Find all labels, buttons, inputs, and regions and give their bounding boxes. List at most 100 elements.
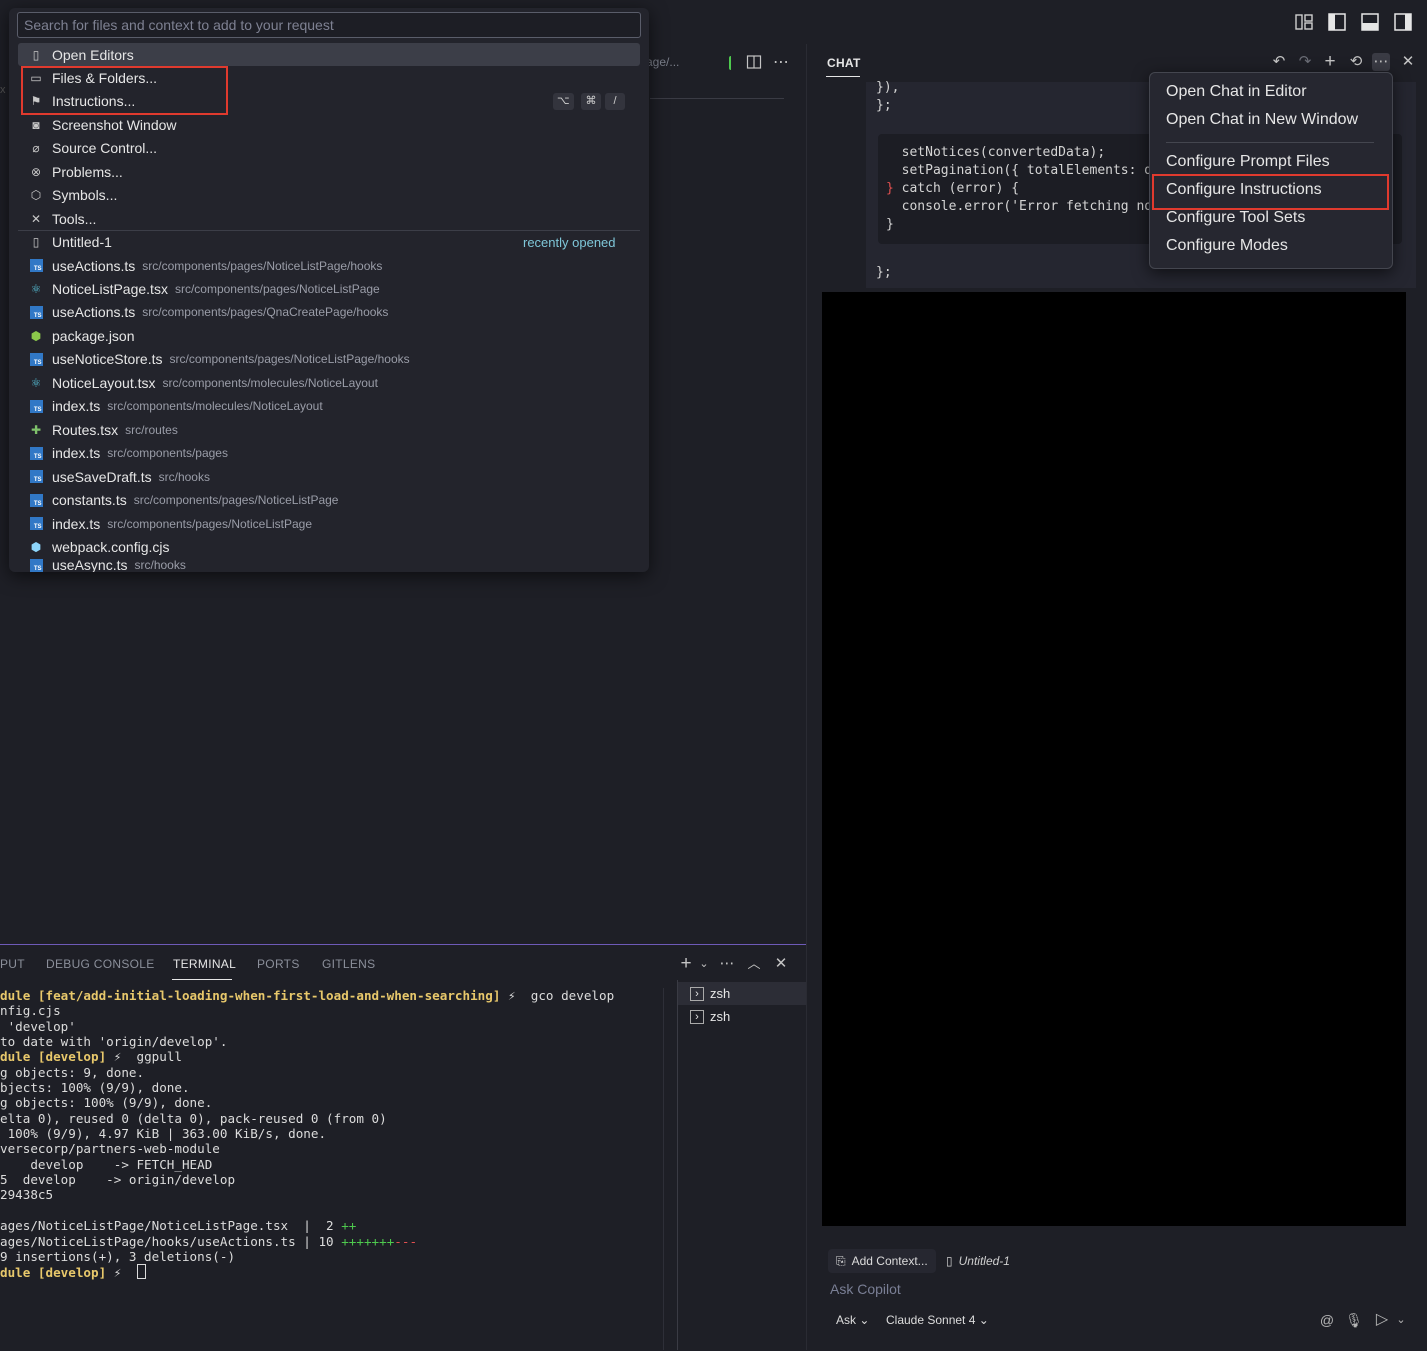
undo-icon[interactable]: ↶ <box>1270 53 1288 71</box>
history-icon[interactable]: ⟲ <box>1347 53 1365 71</box>
model-label: Claude Sonnet 4 <box>886 1313 976 1327</box>
file-name: NoticeListPage.tsx <box>52 281 168 297</box>
new-terminal-icon[interactable]: + <box>677 954 695 973</box>
code-line: setNotices(convertedData); <box>886 145 1106 160</box>
highlight-box <box>1152 174 1389 210</box>
toggle-panel-icon[interactable] <box>1360 12 1380 32</box>
file-item[interactable]: TS constants.ts src/components/pages/Notic… <box>18 489 640 512</box>
model-select[interactable]: Claude Sonnet 4 ⌄ <box>886 1313 989 1327</box>
menu-item-open-chat-in-editor[interactable]: Open Chat in Editor <box>1166 83 1307 101</box>
maximize-panel-icon[interactable]: ︿ <box>745 955 763 973</box>
ts-badge: TS <box>29 470 43 484</box>
chat-input-field[interactable]: Ask Copilot <box>830 1281 901 1297</box>
shortcut-key: ⌥ <box>553 93 574 110</box>
file-item[interactable]: ✚ Routes.tsx src/routes <box>18 418 640 441</box>
file-item[interactable]: TS useActions.ts src/components/pages/QnaC… <box>18 301 640 324</box>
symbol-icon: ⬡ <box>30 188 42 203</box>
terminal-cursor <box>136 1264 146 1280</box>
context-item-label: Symbols... <box>52 187 118 204</box>
file-item[interactable]: TS index.ts src/components/pages/NoticeLis… <box>18 512 640 535</box>
chevron-down-icon: ⌄ <box>859 1313 870 1327</box>
file-name: useNoticeStore.ts <box>52 351 163 368</box>
context-item[interactable]: ⌀ Source Control... <box>18 137 640 160</box>
code-line: }), <box>876 80 900 95</box>
search-input[interactable] <box>17 12 641 38</box>
terminal-diff-minus: --- <box>394 1233 418 1249</box>
ts-badge: TS <box>29 399 43 413</box>
attached-file-chip[interactable]: ▯ Untitled-1 <box>946 1249 1010 1273</box>
tab-output[interactable]: PUT <box>0 957 25 971</box>
terminal-line: nfig.cjs <box>0 1003 61 1019</box>
file-item[interactable]: TS useAsync.ts src/hooks <box>18 559 640 572</box>
chat-title[interactable]: CHAT <box>827 56 861 70</box>
context-item[interactable]: ⊗ Problems... <box>18 160 640 183</box>
microphone-icon[interactable]: 🎙 <box>1345 1311 1363 1329</box>
menu-item-configure-modes[interactable]: Configure Modes <box>1166 237 1288 255</box>
code-brace: } <box>886 181 894 196</box>
more-actions-icon[interactable]: ⋯ <box>1372 53 1390 71</box>
file-item[interactable]: ⬢ package.json <box>18 324 640 347</box>
chat-content-area <box>822 292 1406 1226</box>
file-path: src/components/pages/NoticeListPage/hook… <box>142 258 383 273</box>
terminal-prompt-branch: dule [develop] <box>0 1265 107 1281</box>
context-item[interactable]: ⬡ Symbols... <box>18 184 640 207</box>
editor-gutter-mark: x <box>0 84 6 96</box>
context-item[interactable]: ◙ Screenshot Window <box>18 113 640 136</box>
close-icon[interactable]: ✕ <box>1399 53 1417 71</box>
file-item[interactable]: TS useActions.ts src/components/pages/Noti… <box>18 254 640 277</box>
terminal-item[interactable]: › zsh <box>678 1005 806 1028</box>
file-item[interactable]: ⚛ NoticeListPage.tsx src/components/pages/… <box>18 278 640 301</box>
file-path: src/routes <box>125 422 178 437</box>
terminal-command: ⚡ ggpull <box>106 1049 182 1065</box>
file-item[interactable]: ⬢ webpack.config.cjs <box>18 535 640 558</box>
shortcut-key: / <box>605 93 625 110</box>
terminal-icon: › <box>690 1009 704 1024</box>
terminal-prompt-branch: dule [feat/add-initial-loading-when-firs… <box>0 988 501 1003</box>
toggle-primary-sidebar-icon[interactable] <box>1327 12 1347 32</box>
close-panel-icon[interactable]: ✕ <box>772 955 790 973</box>
file-item[interactable]: TS useNoticeStore.ts src/components/pages/… <box>18 348 640 371</box>
terminal-output[interactable]: dule [feat/add-initial-loading-when-firs… <box>0 988 664 1350</box>
new-chat-icon[interactable]: + <box>1321 52 1339 71</box>
terminal-diff-plus: ++ <box>341 1218 357 1234</box>
file-item[interactable]: TS index.ts src/components/pages <box>18 442 640 465</box>
ts-icon: TS <box>28 258 44 274</box>
chevron-down-icon[interactable]: ⌄ <box>695 955 713 973</box>
terminal-item[interactable]: › zsh <box>678 982 806 1005</box>
mention-icon[interactable]: @ <box>1318 1311 1336 1329</box>
more-actions-icon[interactable]: ⋯ <box>718 955 736 973</box>
redo-icon[interactable]: ↷ <box>1296 53 1314 71</box>
terminal-command: ⚡ gco develop <box>500 988 615 1003</box>
menu-item-open-chat-in-new-window[interactable]: Open Chat in New Window <box>1166 111 1358 129</box>
tab-ports[interactable]: PORTS <box>257 957 300 971</box>
terminal-command: ⚡ <box>106 1265 137 1281</box>
file-item[interactable]: TS index.ts src/components/molecules/Notic… <box>18 395 640 418</box>
split-editor-icon[interactable] <box>746 54 762 70</box>
menu-item-configure-prompt-files[interactable]: Configure Prompt Files <box>1166 153 1330 171</box>
routes-icon: ✚ <box>30 422 42 437</box>
tab-debug-console[interactable]: DEBUG CONSOLE <box>46 957 155 971</box>
terminal-scrollbar-track[interactable] <box>663 988 664 1350</box>
mode-select[interactable]: Ask ⌄ <box>836 1313 869 1327</box>
customize-layout-icon[interactable] <box>1294 12 1314 32</box>
context-item[interactable]: ▯ Open Editors <box>18 43 640 66</box>
chevron-down-icon[interactable]: ⌄ <box>1392 1311 1410 1329</box>
file-item[interactable]: ⚛ NoticeLayout.tsx src/components/molecule… <box>18 371 640 394</box>
tab-modified-indicator <box>729 56 737 70</box>
editor-more-actions-icon[interactable]: ⋯ <box>773 52 789 72</box>
tab-terminal[interactable]: TERMINAL <box>173 957 236 971</box>
context-item[interactable]: ✕ Tools... <box>18 207 640 230</box>
add-context-button[interactable]: ⎘ Add Context... <box>828 1249 936 1273</box>
file-item[interactable]: TS useSaveDraft.ts src/hooks <box>18 465 640 488</box>
tab-gitlens[interactable]: GITLENS <box>322 957 375 971</box>
terminal-name: zsh <box>710 986 731 1001</box>
menu-item-configure-tool-sets[interactable]: Configure Tool Sets <box>1166 209 1305 227</box>
terminal-list-divider[interactable] <box>677 980 678 1350</box>
terminal-line: dule [develop] ⚡ ggpull <box>0 1049 664 1064</box>
send-icon[interactable]: ▷ <box>1373 1311 1391 1329</box>
terminal-prompt-branch: dule [develop] <box>0 1049 107 1065</box>
toggle-secondary-sidebar-icon[interactable] <box>1393 12 1413 32</box>
editor-tab-label[interactable]: age/... <box>646 55 679 69</box>
highlight-box <box>21 66 228 115</box>
code-line-rest: catch (error) { <box>893 181 1020 196</box>
